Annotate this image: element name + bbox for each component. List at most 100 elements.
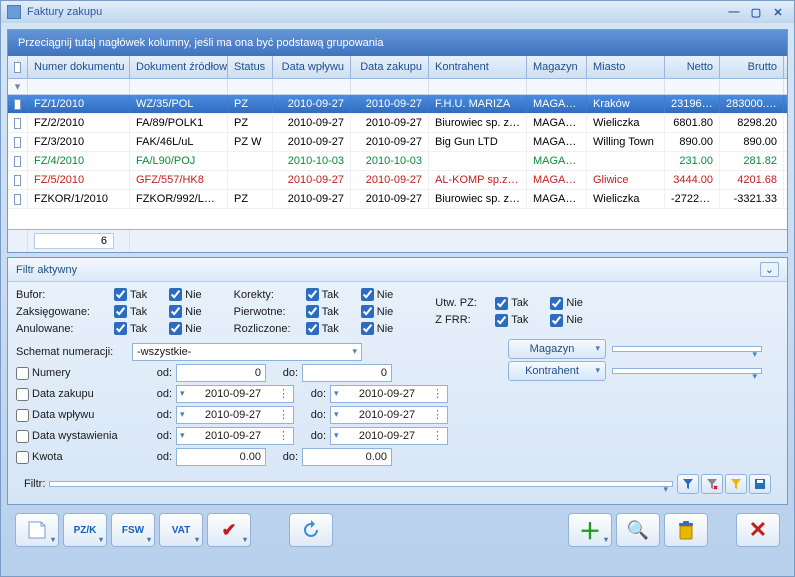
table-row[interactable]: FZKOR/1/2010FZKOR/992/LB/XPZ2010-09-2720… <box>8 190 787 209</box>
select-all-checkbox[interactable] <box>14 62 21 73</box>
filter-row[interactable]: ▾ <box>8 79 787 95</box>
tool-search[interactable]: 🔍 <box>616 513 660 547</box>
tool-new[interactable]: ▾ <box>15 513 59 547</box>
tool-close[interactable]: ✕ <box>736 513 780 547</box>
col-data-zakupu[interactable]: Data zakupu <box>351 56 429 78</box>
label-schemat: Schemat numeracji: <box>16 346 126 358</box>
label-korekty: Korekty: <box>234 289 298 301</box>
dataz-od[interactable]: 2010-09-27 <box>176 385 294 403</box>
zaks-tak[interactable]: Tak <box>114 305 147 318</box>
numery-do[interactable]: 0 <box>302 364 392 382</box>
col-miasto[interactable]: Miasto <box>587 56 665 78</box>
collapse-icon[interactable]: ⌄ <box>760 262 779 277</box>
row-count: 6 <box>34 233 114 249</box>
kwota-do[interactable]: 0.00 <box>302 448 392 466</box>
dataw-check[interactable]: Data wpływu <box>16 409 126 422</box>
label-filtr: Filtr: <box>24 478 45 490</box>
magazyn-combo[interactable] <box>612 346 762 352</box>
filter-save-icon[interactable] <box>749 474 771 494</box>
panel-title: Filtr aktywny <box>16 264 77 276</box>
korekty-tak[interactable]: Tak <box>306 288 339 301</box>
magazyn-button[interactable]: Magazyn <box>508 339 606 359</box>
grid-rows: FZ/1/2010WZ/35/POLPZ2010-09-272010-09-27… <box>8 95 787 209</box>
filter-apply-icon[interactable] <box>677 474 699 494</box>
maximize-button[interactable]: ▢ <box>746 5 766 19</box>
row-checkbox[interactable] <box>14 194 21 205</box>
col-numer[interactable]: Numer dokumentu <box>28 56 130 78</box>
dataz-do[interactable]: 2010-09-27 <box>330 385 448 403</box>
filter-edit-icon[interactable] <box>725 474 747 494</box>
col-netto[interactable]: Netto <box>665 56 720 78</box>
kwota-od[interactable]: 0.00 <box>176 448 266 466</box>
filter-clear-icon[interactable] <box>701 474 723 494</box>
table-row[interactable]: FZ/3/2010FAK/46L/uLPZ W2010-09-272010-09… <box>8 133 787 152</box>
group-by-bar[interactable]: Przeciągnij tutaj nagłówek kolumny, jeśl… <box>8 30 787 56</box>
numery-od[interactable]: 0 <box>176 364 266 382</box>
zfrr-tak[interactable]: Tak <box>495 314 528 327</box>
row-checkbox[interactable] <box>14 156 21 167</box>
kontrahent-combo[interactable] <box>612 368 762 374</box>
tool-fsw[interactable]: FSW▾ <box>111 513 155 547</box>
schemat-combo[interactable]: -wszystkie- <box>132 343 362 361</box>
table-row[interactable]: FZ/5/2010GFZ/557/HK82010-09-272010-09-27… <box>8 171 787 190</box>
anul-tak[interactable]: Tak <box>114 322 147 335</box>
label-utwpz: Utw. PZ: <box>435 297 487 309</box>
kontrahent-button[interactable]: Kontrahent <box>508 361 606 381</box>
tool-delete[interactable] <box>664 513 708 547</box>
col-data-wplywu[interactable]: Data wpływu <box>273 56 351 78</box>
toolbar: ▾ PZ/K▾ FSW▾ VAT▾ ✔▾ ＋▾ 🔍 ✕ <box>7 509 788 551</box>
titlebar: Faktury zakupu — ▢ ✕ <box>1 1 794 23</box>
anul-nie[interactable]: Nie <box>169 322 202 335</box>
pierwotne-nie[interactable]: Nie <box>361 305 394 318</box>
numery-check[interactable]: Numery <box>16 367 126 380</box>
bufor-tak[interactable]: Tak <box>114 288 147 301</box>
filtr-combo[interactable] <box>49 481 673 487</box>
zfrr-nie[interactable]: Nie <box>550 314 583 327</box>
dataw-do[interactable]: 2010-09-27 <box>330 406 448 424</box>
filter-panel: Filtr aktywny ⌄ Bufor: Tak Nie Zaksięgowan… <box>7 257 788 505</box>
close-button[interactable]: ✕ <box>768 5 788 19</box>
tool-check[interactable]: ✔▾ <box>207 513 251 547</box>
col-magazyn[interactable]: Magazyn <box>527 56 587 78</box>
dataws-do[interactable]: 2010-09-27 <box>330 427 448 445</box>
col-dokument[interactable]: Dokument źródłowy <box>130 56 228 78</box>
dataw-od[interactable]: 2010-09-27 <box>176 406 294 424</box>
row-checkbox[interactable] <box>14 137 21 148</box>
label-rozliczone: Rozliczone: <box>234 323 298 335</box>
label-anul: Anulowane: <box>16 323 106 335</box>
table-row[interactable]: FZ/1/2010WZ/35/POLPZ2010-09-272010-09-27… <box>8 95 787 114</box>
tool-vat[interactable]: VAT▾ <box>159 513 203 547</box>
dataws-od[interactable]: 2010-09-27 <box>176 427 294 445</box>
grid: Przeciągnij tutaj nagłówek kolumny, jeśl… <box>7 29 788 253</box>
window: Faktury zakupu — ▢ ✕ Przeciągnij tutaj n… <box>0 0 795 577</box>
utwpz-nie[interactable]: Nie <box>550 297 583 310</box>
dataws-check[interactable]: Data wystawienia <box>16 430 126 443</box>
korekty-nie[interactable]: Nie <box>361 288 394 301</box>
window-title: Faktury zakupu <box>27 6 102 18</box>
utwpz-tak[interactable]: Tak <box>495 297 528 310</box>
kwota-check[interactable]: Kwota <box>16 451 126 464</box>
row-checkbox[interactable] <box>14 175 21 186</box>
row-checkbox[interactable] <box>14 118 21 129</box>
label-zaks: Zaksięgowane: <box>16 306 106 318</box>
col-kontrahent[interactable]: Kontrahent <box>429 56 527 78</box>
pierwotne-tak[interactable]: Tak <box>306 305 339 318</box>
col-brutto[interactable]: Brutto <box>720 56 784 78</box>
col-status[interactable]: Status <box>228 56 273 78</box>
bufor-nie[interactable]: Nie <box>169 288 202 301</box>
column-headers: Numer dokumentu Dokument źródłowy Status… <box>8 56 787 79</box>
dataz-check[interactable]: Data zakupu <box>16 388 126 401</box>
tool-add[interactable]: ＋▾ <box>568 513 612 547</box>
row-checkbox[interactable] <box>14 99 21 110</box>
rozliczone-nie[interactable]: Nie <box>361 322 394 335</box>
minimize-button[interactable]: — <box>724 5 744 19</box>
app-icon <box>7 5 21 19</box>
label-bufor: Bufor: <box>16 289 106 301</box>
table-row[interactable]: FZ/2/2010FA/89/POLK1PZ2010-09-272010-09-… <box>8 114 787 133</box>
table-row[interactable]: FZ/4/2010FA/L90/POJ2010-10-032010-10-03M… <box>8 152 787 171</box>
zaks-nie[interactable]: Nie <box>169 305 202 318</box>
tool-pzk[interactable]: PZ/K▾ <box>63 513 107 547</box>
rozliczone-tak[interactable]: Tak <box>306 322 339 335</box>
label-pierwotne: Pierwotne: <box>234 306 298 318</box>
tool-refresh[interactable] <box>289 513 333 547</box>
